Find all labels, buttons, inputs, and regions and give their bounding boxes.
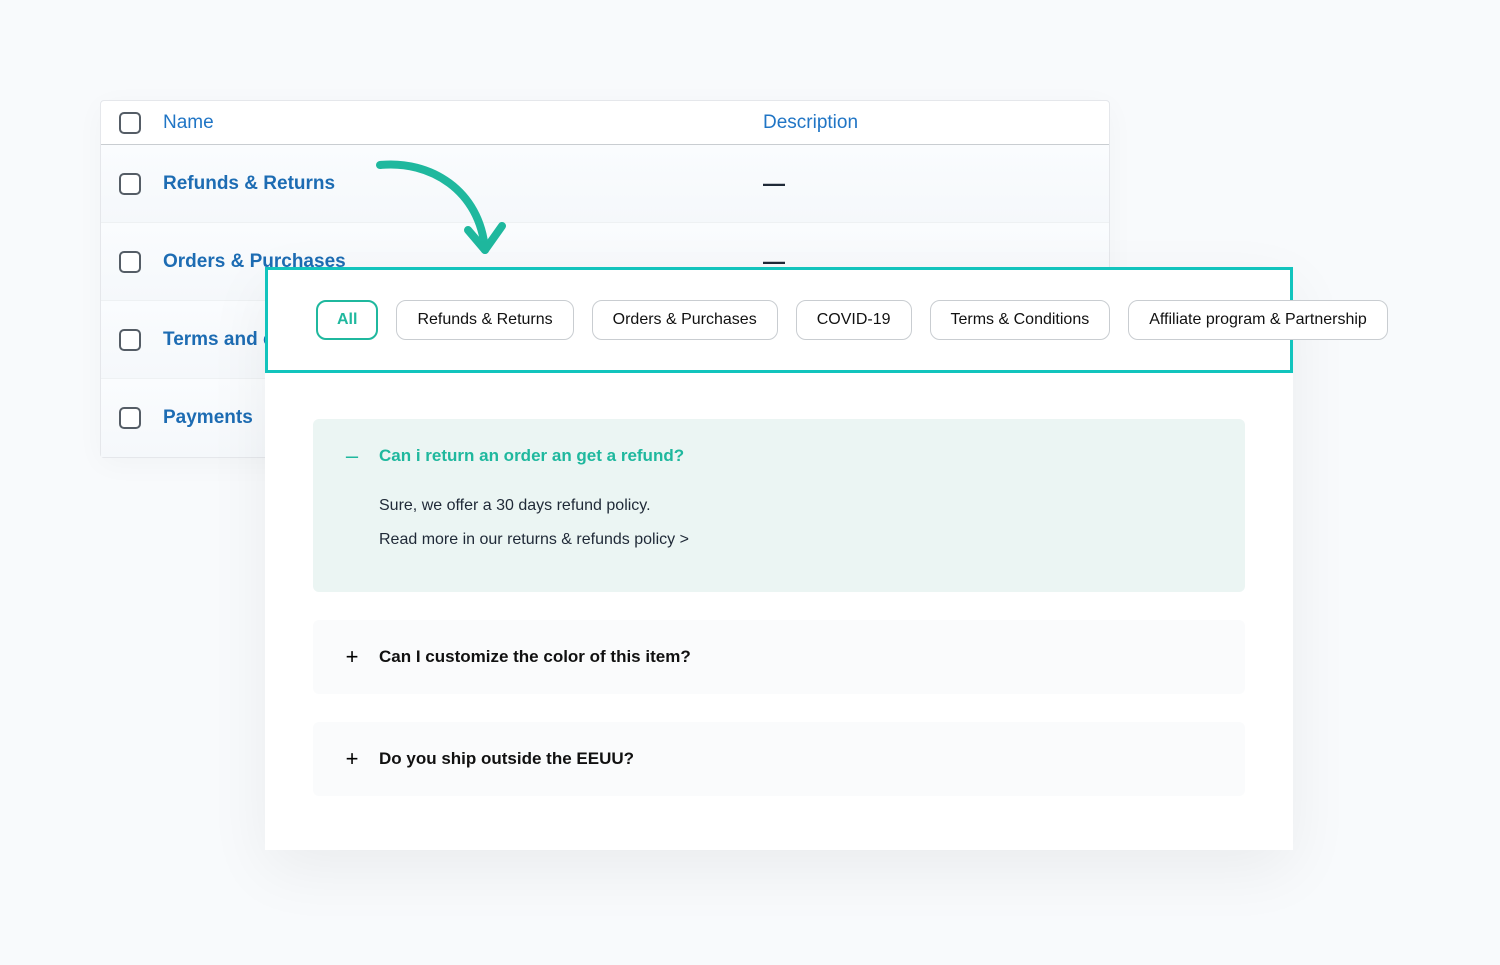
filter-pill-affiliate[interactable]: Affiliate program & Partnership <box>1128 300 1388 340</box>
faq-answer-line: Read more in our returns & refunds polic… <box>379 523 1215 557</box>
filter-pill-orders[interactable]: Orders & Purchases <box>592 300 778 340</box>
faq-question-text: Can I customize the color of this item? <box>379 647 691 667</box>
expand-icon: + <box>343 646 361 668</box>
faq-question-text: Can i return an order an get a refund? <box>379 446 684 466</box>
filter-pill-terms[interactable]: Terms & Conditions <box>930 300 1111 340</box>
faq-question-toggle[interactable]: + Do you ship outside the EEUU? <box>343 748 1215 770</box>
column-header-name[interactable]: Name <box>163 112 763 134</box>
faq-answer: Sure, we offer a 30 days refund policy. … <box>379 489 1215 556</box>
filter-pill-refunds[interactable]: Refunds & Returns <box>396 300 573 340</box>
faq-item: – Can i return an order an get a refund?… <box>313 419 1245 592</box>
faq-question-text: Do you ship outside the EEUU? <box>379 749 634 769</box>
filter-pill-all[interactable]: All <box>316 300 378 340</box>
expand-icon: + <box>343 748 361 770</box>
filter-pill-covid[interactable]: COVID-19 <box>796 300 912 340</box>
column-header-description[interactable]: Description <box>763 112 858 134</box>
row-checkbox[interactable] <box>119 329 141 351</box>
faq-question-toggle[interactable]: + Can I customize the color of this item… <box>343 646 1215 668</box>
table-header-row: Name Description <box>101 101 1109 145</box>
faq-preview-panel: All Refunds & Returns Orders & Purchases… <box>265 267 1293 850</box>
collapse-icon: – <box>343 445 361 467</box>
faq-item: + Do you ship outside the EEUU? <box>313 722 1245 796</box>
row-checkbox[interactable] <box>119 407 141 429</box>
category-filter-bar: All Refunds & Returns Orders & Purchases… <box>265 267 1293 373</box>
table-row[interactable]: Refunds & Returns — <box>101 145 1109 223</box>
row-checkbox[interactable] <box>119 173 141 195</box>
faq-list: – Can i return an order an get a refund?… <box>265 373 1293 850</box>
faq-item: + Can I customize the color of this item… <box>313 620 1245 694</box>
faq-question-toggle[interactable]: – Can i return an order an get a refund? <box>343 445 1215 467</box>
row-name-link[interactable]: Refunds & Returns <box>163 173 763 195</box>
select-all-checkbox[interactable] <box>119 112 141 134</box>
row-description: — <box>763 171 785 197</box>
row-checkbox[interactable] <box>119 251 141 273</box>
faq-answer-line: Sure, we offer a 30 days refund policy. <box>379 489 1215 523</box>
